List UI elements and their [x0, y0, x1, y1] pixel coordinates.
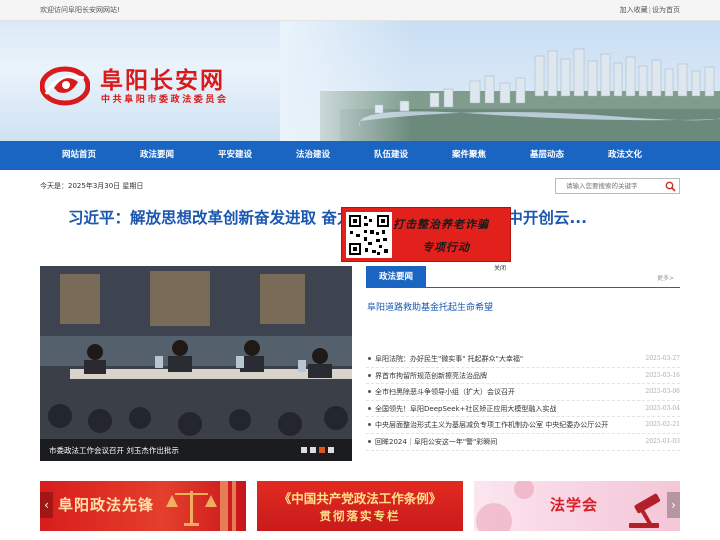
slide-caption[interactable]: 市委政法工作会议召开 刘玉杰作出批示	[49, 445, 179, 456]
ad-banner-regulations[interactable]: 《中国共产党政法工作条例》 贯彻落实专栏	[257, 481, 463, 531]
slide-image	[40, 266, 352, 461]
news-title[interactable]: 界首市拘留所规范创新擦亮法治品牌	[375, 371, 487, 381]
ad1-text: 阜阳政法先锋	[58, 496, 155, 514]
news-date: 2025-03-16	[645, 371, 680, 379]
set-homepage-link[interactable]: 设为首页	[652, 6, 680, 14]
tab-politics-news[interactable]: 政法要闻	[366, 266, 426, 288]
site-title[interactable]: 阜阳长安网	[100, 61, 225, 95]
top-bar: 欢迎访问阜阳长安网网站! 加入收藏|设为首页	[0, 0, 720, 21]
search-box	[555, 178, 680, 194]
carousel-prev-button[interactable]: ‹	[40, 492, 53, 518]
slide-dot[interactable]	[310, 447, 316, 453]
bullet-icon	[368, 406, 371, 410]
slide-pager	[301, 447, 334, 453]
list-item[interactable]: 中央层面整治形式主义为基层减负专项工作机制办公室 中央纪委办公厅公开 2025-0…	[366, 417, 680, 434]
slide-dot[interactable]	[328, 447, 334, 453]
news-title[interactable]: 全国领先！阜阳DeepSeek+社区矫正应用大模型融入实战	[375, 404, 556, 414]
list-item[interactable]: 阜阳法院：办好民生"微实事" 托起群众"大幸福" 2025-03-27	[366, 351, 680, 368]
news-title[interactable]: 阜阳法院：办好民生"微实事" 托起群众"大幸福"	[375, 354, 523, 364]
news-date: 2025-03-27	[645, 355, 680, 362]
news-date: 2025-02-21	[645, 421, 680, 429]
slide-dot[interactable]	[301, 447, 307, 453]
news-slideshow[interactable]: 市委政法工作会议召开 刘玉杰作出批示	[40, 266, 352, 461]
popup-title-line1: 打击整治养老诈骗	[393, 218, 489, 231]
nav-item-home[interactable]: 网站首页	[40, 141, 118, 170]
site-logo-emblem[interactable]	[40, 64, 90, 106]
nav-item-news[interactable]: 政法要闻	[118, 141, 196, 170]
news-panel: 政法要闻 更多> 阜阳道路救助基金托起生命希望 阜阳法院：办好民生"微实事" 托…	[366, 266, 680, 466]
news-title[interactable]: 中央层面整治形式主义为基层减负专项工作机制办公室 中央纪委办公厅公开	[375, 420, 608, 430]
nav-item-cases[interactable]: 案件聚焦	[430, 141, 508, 170]
carousel-next-button[interactable]: ›	[667, 492, 680, 518]
link-separator: |	[648, 6, 651, 14]
news-date: 2025-01-03	[645, 437, 680, 445]
ad-banner-pioneer[interactable]: 阜阳政法先锋	[40, 481, 246, 531]
add-bookmark-link[interactable]: 加入收藏	[620, 6, 648, 14]
more-link[interactable]: 更多>	[657, 273, 674, 282]
nav-item-culture[interactable]: 政法文化	[586, 141, 664, 170]
list-item[interactable]: 回眸2024｜阜阳公安这一年"警"彩瞬间 2025-01-03	[366, 434, 680, 451]
main-nav: 网站首页 政法要闻 平安建设 法治建设 队伍建设 案件聚焦 基层动态 政法文化	[0, 141, 720, 170]
ad2-text-line2: 贯彻落实专栏	[319, 509, 401, 523]
ad2-text-line1: 《中国共产党政法工作条例》	[278, 491, 442, 506]
nav-item-grassroots[interactable]: 基层动态	[508, 141, 586, 170]
bullet-icon	[368, 373, 371, 377]
city-skyline-image	[280, 21, 720, 141]
slide-dot[interactable]	[319, 447, 325, 453]
current-date: 今天是：2025年3月30日 星期日	[40, 182, 144, 190]
qr-code-image	[346, 212, 392, 258]
news-title[interactable]: 回眸2024｜阜阳公安这一年"警"彩瞬间	[375, 437, 497, 447]
top-story-link[interactable]: 阜阳道路救助基金托起生命希望	[367, 300, 493, 313]
bullet-icon	[368, 423, 371, 427]
nav-item-rule-of-law[interactable]: 法治建设	[274, 141, 352, 170]
nav-item-team[interactable]: 队伍建设	[352, 141, 430, 170]
panel-tab-bar: 政法要闻 更多>	[366, 266, 680, 288]
site-subtitle: 中共阜阳市委政法委员会	[101, 95, 229, 105]
news-date: 2025-03-04	[645, 404, 680, 412]
top-links: 加入收藏|设为首页	[620, 5, 680, 15]
bullet-icon	[368, 357, 371, 360]
news-title[interactable]: 全市扫黑除恶斗争领导小组（扩大）会议召开	[375, 387, 515, 397]
nav-item-safety[interactable]: 平安建设	[196, 141, 274, 170]
list-item[interactable]: 全国领先！阜阳DeepSeek+社区矫正应用大模型融入实战 2025-03-04	[366, 401, 680, 418]
ad3-text: 法学会	[550, 496, 599, 514]
search-icon[interactable]	[665, 181, 676, 192]
bullet-icon	[368, 439, 371, 443]
news-list: 阜阳法院：办好民生"微实事" 托起群众"大幸福" 2025-03-27 界首市拘留…	[366, 351, 680, 451]
news-date: 2025-03-06	[645, 388, 680, 396]
popup-title-line2: 专项行动	[422, 241, 470, 254]
list-item[interactable]: 全市扫黑除恶斗争领导小组（扩大）会议召开 2025-03-06	[366, 384, 680, 401]
header-banner: 阜阳长安网 中共阜阳市委政法委员会	[0, 21, 720, 141]
welcome-text: 欢迎访问阜阳长安网网站!	[40, 6, 120, 14]
list-item[interactable]: 界首市拘留所规范创新擦亮法治品牌 2025-03-16	[366, 368, 680, 385]
floating-ad-popup[interactable]: 打击整治养老诈骗 专项行动	[341, 207, 511, 262]
bullet-icon	[368, 390, 371, 394]
slide-caption-bar: 市委政法工作会议召开 刘玉杰作出批示	[40, 439, 352, 461]
search-input[interactable]	[556, 179, 660, 193]
ad-banner-law-society[interactable]: 法学会	[474, 481, 680, 531]
